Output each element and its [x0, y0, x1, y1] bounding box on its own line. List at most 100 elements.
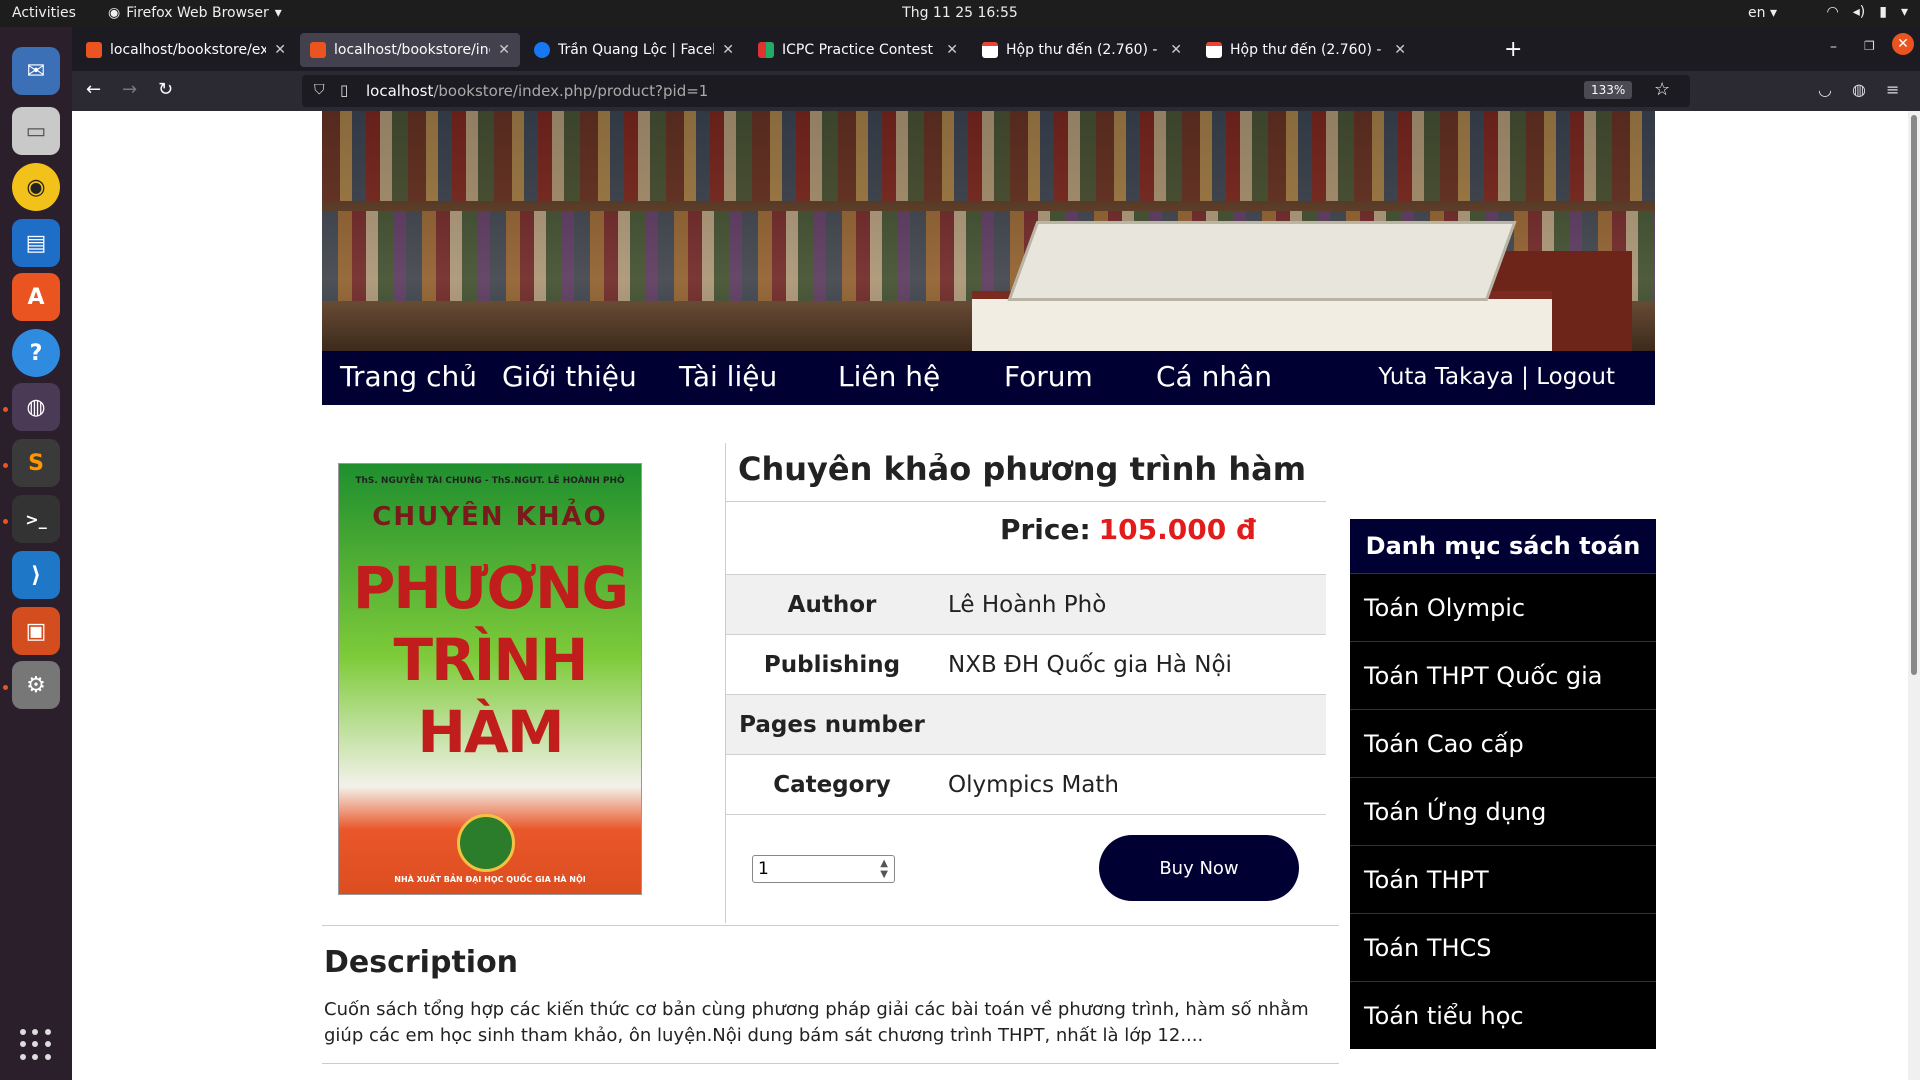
terminal-icon[interactable]: >_: [12, 495, 60, 543]
minimize-icon[interactable]: –: [1830, 39, 1837, 55]
price-value: 105.000 đ: [1098, 513, 1256, 546]
tab-bar: localhost/bookstore/exa ✕ localhost/book…: [72, 27, 1920, 71]
bookmark-star-icon[interactable]: ☆: [1654, 79, 1670, 100]
divider: [322, 1063, 1339, 1064]
tab-title: ICPC Practice Contest 20: [782, 42, 939, 58]
spec-key: Publishing: [726, 634, 938, 695]
sidebar-item-middle-school[interactable]: Toán THCS: [1350, 913, 1656, 981]
sidebar-item-primary[interactable]: Toán tiểu học: [1350, 981, 1656, 1049]
zoom-indicator[interactable]: 133%: [1584, 81, 1633, 99]
software-icon[interactable]: A: [12, 273, 60, 321]
description-text: Cuốn sách tổng hợp các kiến thức cơ bản …: [324, 999, 1309, 1046]
language-label: en: [1748, 5, 1766, 21]
pocket-icon[interactable]: ◡: [1818, 80, 1832, 99]
firefox-icon[interactable]: ◍: [12, 383, 60, 431]
thunderbird-icon[interactable]: ✉: [12, 47, 60, 95]
settings-icon[interactable]: ⚙: [12, 661, 60, 709]
browser-tab[interactable]: Trần Quang Lộc | Facebo ✕: [524, 33, 744, 67]
scrollbar-thumb[interactable]: [1911, 115, 1917, 675]
menu-item-profile[interactable]: Cá nhân: [1156, 360, 1272, 393]
menu-icon[interactable]: ≡: [1886, 80, 1899, 99]
table-row: Category Olympics Math: [726, 754, 1326, 815]
new-tab-button[interactable]: +: [1504, 37, 1522, 62]
spec-value: NXB ĐH Quốc gia Hà Nội: [938, 634, 1326, 695]
quantity-stepper[interactable]: 1 ▲ ▼: [752, 855, 895, 883]
page-scrollbar[interactable]: [1908, 111, 1920, 1080]
battery-icon: ▮: [1879, 4, 1887, 20]
close-tab-icon[interactable]: ✕: [1394, 42, 1406, 58]
url-bar[interactable]: ⛉ ▯ localhost/bookstore/index.php/produc…: [302, 75, 1690, 107]
system-tray[interactable]: ◠ ◂) ▮ ▾: [1827, 4, 1908, 20]
user-logout-link[interactable]: Yuta Takaya | Logout: [1378, 364, 1615, 390]
volume-icon: ◂): [1852, 4, 1866, 20]
sidebar-item-advanced[interactable]: Toán Cao cấp: [1350, 709, 1656, 777]
dock: ✉ ▭ ◉ ▤ A ? ◍ S >_ ⟩ ▣ ⚙: [0, 27, 72, 1080]
menu-item-documents[interactable]: Tài liệu: [679, 360, 777, 393]
tab-title: Hộp thư đến (2.760) - kho: [1230, 42, 1386, 58]
forward-icon[interactable]: →: [122, 79, 137, 100]
product-title: Chuyên khảo phương trình hàm: [738, 450, 1307, 488]
icpc-icon: [758, 42, 774, 58]
sublime-icon[interactable]: S: [12, 439, 60, 487]
header-banner: [322, 111, 1655, 351]
running-indicator: [3, 685, 8, 690]
sidebar-item-olympic[interactable]: Toán Olympic: [1350, 573, 1656, 641]
sidebar-item-high-school[interactable]: Toán THPT: [1350, 845, 1656, 913]
url-host: localhost: [366, 82, 434, 100]
browser-tab[interactable]: localhost/bookstore/exa ✕: [76, 33, 296, 67]
buy-now-button[interactable]: Buy Now: [1099, 835, 1299, 901]
cover-badge: [457, 814, 515, 872]
chevron-down-icon: ▾: [1900, 4, 1908, 20]
table-row: Publishing NXB ĐH Quốc gia Hà Nội: [726, 634, 1326, 695]
close-tab-icon[interactable]: ✕: [1170, 42, 1182, 58]
impress-icon[interactable]: ▣: [12, 607, 60, 655]
reload-icon[interactable]: ↻: [158, 79, 173, 100]
quantity-value: 1: [758, 859, 769, 879]
book-stack-image: [1007, 221, 1517, 301]
menu-item-contact[interactable]: Liên hệ: [838, 360, 940, 393]
rhythmbox-icon[interactable]: ◉: [12, 163, 60, 211]
divider: [726, 501, 1326, 502]
help-icon[interactable]: ?: [12, 329, 60, 377]
browser-tab-active[interactable]: localhost/bookstore/inde ✕: [300, 33, 520, 67]
browser-tab[interactable]: ICPC Practice Contest 20 ✕: [748, 33, 968, 67]
account-icon[interactable]: ◍: [1852, 80, 1866, 99]
main-menu: Trang chủ Giới thiệu Tài liệu Liên hệ Fo…: [322, 351, 1655, 405]
cover-title-line: PHƯƠNG: [352, 554, 629, 622]
cover-title-line: TRÌNH: [393, 626, 589, 694]
clock[interactable]: Thg 11 25 16:55: [0, 5, 1920, 21]
tab-title: Hộp thư đến (2.760) - kho: [1006, 42, 1162, 58]
page-viewport: Trang chủ Giới thiệu Tài liệu Liên hệ Fo…: [72, 111, 1920, 1080]
bookshelf-image: [322, 111, 1655, 201]
sidebar-item-national-exam[interactable]: Toán THPT Quốc gia: [1350, 641, 1656, 709]
facebook-icon: [534, 42, 550, 58]
show-apps-icon[interactable]: [20, 1029, 52, 1061]
close-tab-icon[interactable]: ✕: [498, 42, 510, 58]
stepper-arrows-icon[interactable]: ▲ ▼: [880, 858, 888, 880]
url-text: localhost/bookstore/index.php/product?pi…: [366, 82, 708, 100]
system-top-bar: Activities ◉ Firefox Web Browser ▾ Thg 1…: [0, 0, 1920, 27]
back-icon[interactable]: ←: [86, 79, 101, 100]
close-tab-icon[interactable]: ✕: [722, 42, 734, 58]
tab-favicon-icon: [310, 42, 326, 58]
sidebar-item-applied[interactable]: Toán Ứng dụng: [1350, 777, 1656, 845]
menu-item-home[interactable]: Trang chủ: [340, 360, 477, 393]
gmail-icon: [982, 42, 998, 58]
close-tab-icon[interactable]: ✕: [274, 42, 286, 58]
shield-icon[interactable]: ⛉: [314, 82, 325, 98]
files-icon[interactable]: ▭: [12, 107, 60, 155]
close-window-icon[interactable]: ✕: [1892, 33, 1914, 55]
language-indicator[interactable]: en ▾: [1748, 5, 1777, 21]
tab-title: Trần Quang Lộc | Facebo: [558, 42, 715, 58]
close-tab-icon[interactable]: ✕: [946, 42, 958, 58]
price-label: Price:: [999, 513, 1091, 546]
browser-tab[interactable]: Hộp thư đến (2.760) - kho ✕: [1196, 33, 1416, 67]
menu-item-forum[interactable]: Forum: [1004, 360, 1093, 393]
tab-title: localhost/bookstore/inde: [334, 42, 491, 58]
spec-key: Author: [726, 574, 938, 635]
browser-tab[interactable]: Hộp thư đến (2.760) - kho ✕: [972, 33, 1192, 67]
restore-icon[interactable]: ❐: [1864, 39, 1875, 53]
writer-icon[interactable]: ▤: [12, 219, 60, 267]
vscode-icon[interactable]: ⟩: [12, 551, 60, 599]
menu-item-about[interactable]: Giới thiệu: [502, 360, 637, 393]
